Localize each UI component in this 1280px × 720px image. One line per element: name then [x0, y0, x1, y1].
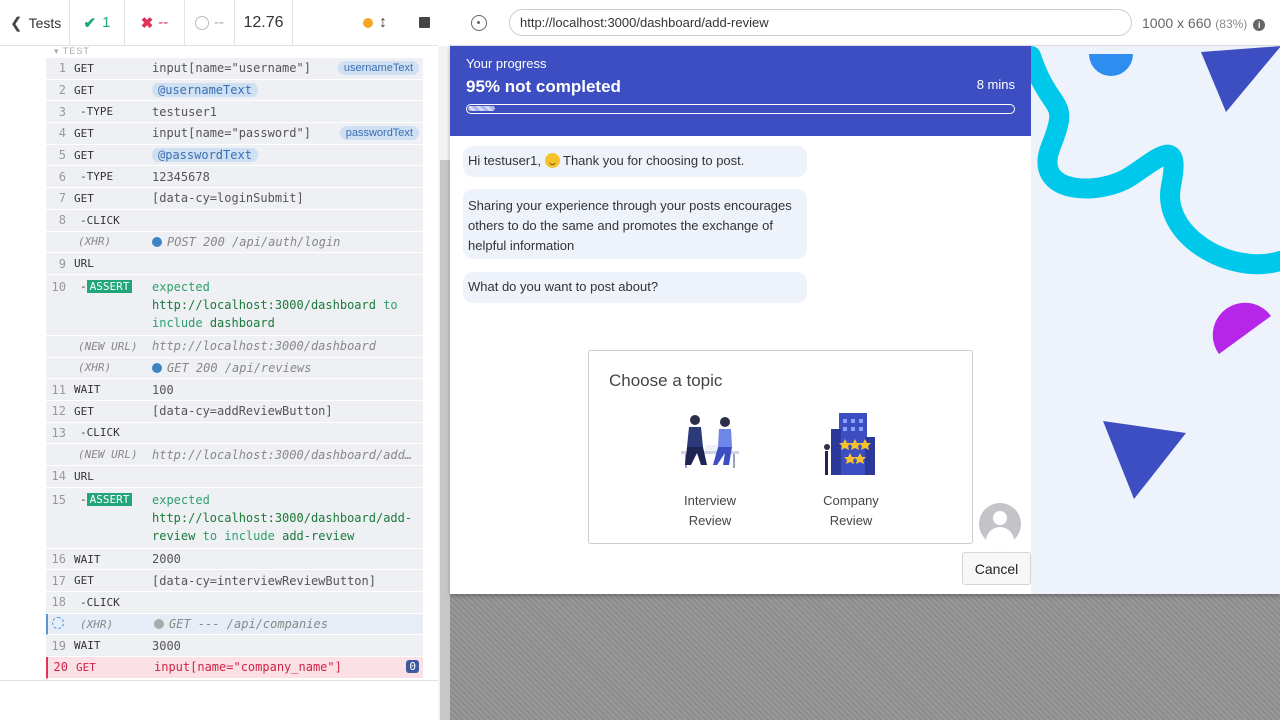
new-url-event-row[interactable]: (NEW URL) http://localhost:3000/dashboar…: [46, 335, 423, 358]
command-row[interactable]: 1 GET input[name="username"] usernameTex…: [46, 58, 423, 80]
command-row[interactable]: 16 WAIT 2000: [46, 548, 423, 571]
aut-header: http://localhost:3000/dashboard/add-revi…: [450, 0, 1280, 46]
command-row[interactable]: 6 -TYPE 12345678: [46, 166, 423, 189]
company-illustration-icon: [796, 411, 906, 491]
alias-tag: usernameText: [337, 61, 419, 75]
app-under-test: Your progress 95% not completed 8 mins H…: [450, 46, 1280, 594]
command-row[interactable]: 13 -CLICK: [46, 422, 423, 445]
avatar[interactable]: [979, 503, 1021, 545]
xhr-status-icon: [154, 619, 164, 630]
duration: 12.76: [235, 0, 293, 46]
divider: [0, 680, 438, 681]
command-row[interactable]: 19 WAIT 3000: [46, 635, 423, 658]
alias-reference: @passwordText: [152, 148, 258, 163]
topic-chooser: Choose a topic Interview Review Company …: [588, 350, 973, 544]
command-row[interactable]: 2 GET @usernameText: [46, 79, 423, 102]
command-row[interactable]: 7 GET [data-cy=loginSubmit]: [46, 188, 423, 210]
alias-reference: @usernameText: [152, 83, 258, 98]
command-row[interactable]: 11 WAIT 100: [46, 379, 423, 401]
command-row[interactable]: 12 GET [data-cy=addReviewButton]: [46, 400, 423, 423]
circle-outline-icon: [195, 15, 209, 30]
command-row[interactable]: 3 -TYPE testuser1: [46, 101, 423, 124]
time-estimate: 8 mins: [976, 77, 1015, 92]
assert-badge: ASSERT: [86, 492, 133, 506]
command-row[interactable]: 8 -CLICK: [46, 209, 423, 232]
progress-bar-fill: [468, 106, 496, 111]
auto-scroll-icon[interactable]: ↕: [379, 14, 387, 32]
passed-count: ✔ 1: [70, 0, 125, 46]
element-count-badge: 0: [406, 660, 419, 674]
scrollbar-thumb[interactable]: [440, 160, 450, 720]
cancel-button[interactable]: Cancel: [962, 552, 1031, 585]
xhr-event-row[interactable]: (XHR) POST 200 /api/auth/login: [46, 231, 423, 254]
loading-spinner-icon: [52, 616, 64, 629]
assert-row[interactable]: 10 - ASSERT expected http://localhost:300…: [46, 274, 423, 336]
runner-header: ❮ Tests ✔ 1 ✖ -- -- 12.76 ↕: [0, 0, 438, 46]
company-review-button[interactable]: Company Review: [796, 411, 906, 531]
aut-background: [450, 594, 1280, 720]
command-list: ▾ TEST 1 GET input[name="username"] user…: [46, 46, 423, 679]
test-label: ▾ TEST: [54, 46, 90, 56]
runner-controls: ↕: [293, 0, 438, 46]
alias-tag: passwordText: [339, 126, 419, 141]
smiley-emoji-icon: [544, 153, 560, 168]
check-icon: ✔: [83, 14, 97, 32]
pending-count: --: [185, 0, 235, 46]
stop-icon[interactable]: [419, 17, 430, 28]
failed-count: ✖ --: [125, 0, 185, 46]
chevron-left-icon: ❮: [10, 14, 23, 32]
topic-chooser-title: Choose a topic: [609, 371, 723, 390]
xhr-status-icon: [152, 362, 162, 373]
back-label: Tests: [28, 14, 62, 31]
info-icon[interactable]: i: [1253, 18, 1266, 31]
progress-bar: [466, 104, 1015, 114]
x-icon: ✖: [140, 14, 154, 32]
interview-review-button[interactable]: Interview Review: [655, 411, 765, 531]
xhr-event-row[interactable]: (XHR) GET 200 /api/reviews: [46, 357, 423, 380]
xhr-pending-row[interactable]: (XHR) GET --- /api/companies: [46, 613, 423, 636]
progress-status: 95% not completed: [466, 77, 621, 96]
command-row[interactable]: 9 URL: [46, 253, 423, 275]
command-row[interactable]: 17 GET [data-cy=interviewReviewButton]: [46, 570, 423, 593]
command-row[interactable]: 14 URL: [46, 466, 423, 488]
command-row[interactable]: 18 -CLICK: [46, 592, 423, 614]
selector-playground-icon[interactable]: [471, 14, 487, 31]
url-bar[interactable]: http://localhost:3000/dashboard/add-revi…: [509, 9, 1132, 36]
interview-illustration-icon: [655, 411, 765, 491]
decorative-panel: [1021, 46, 1280, 594]
chat-bubble-greeting: Hi testuser1, Thank you for choosing to …: [463, 146, 807, 177]
chat-bubble-question: What do you want to post about?: [463, 272, 807, 303]
command-row[interactable]: 4 GET input[name="password"] passwordTex…: [46, 123, 423, 145]
chat-bubble-sharing: Sharing your experience through your pos…: [463, 189, 807, 259]
new-url-event-row[interactable]: (NEW URL) http://localhost:3000/dashboar…: [46, 444, 423, 466]
xhr-status-icon: [152, 236, 162, 247]
assert-badge: ASSERT: [86, 279, 133, 293]
back-to-tests-button[interactable]: ❮ Tests: [0, 0, 70, 46]
decorative-shapes-icon: [1021, 46, 1280, 499]
running-indicator-icon: [363, 17, 373, 28]
command-row[interactable]: 5 GET @passwordText: [46, 144, 423, 167]
command-log-panel: ❮ Tests ✔ 1 ✖ -- -- 12.76 ↕ ▾ TEST 1 GET…: [0, 0, 450, 720]
viewport-info: 1000 x 660 (83%) i: [1142, 15, 1266, 31]
progress-header: Your progress 95% not completed 8 mins: [450, 46, 1031, 136]
failed-command-row[interactable]: 20 GET input[name="company_name"] 0: [46, 657, 423, 679]
progress-label: Your progress: [466, 56, 547, 71]
assert-row[interactable]: 15 - ASSERT expected http://localhost:300…: [46, 487, 423, 549]
